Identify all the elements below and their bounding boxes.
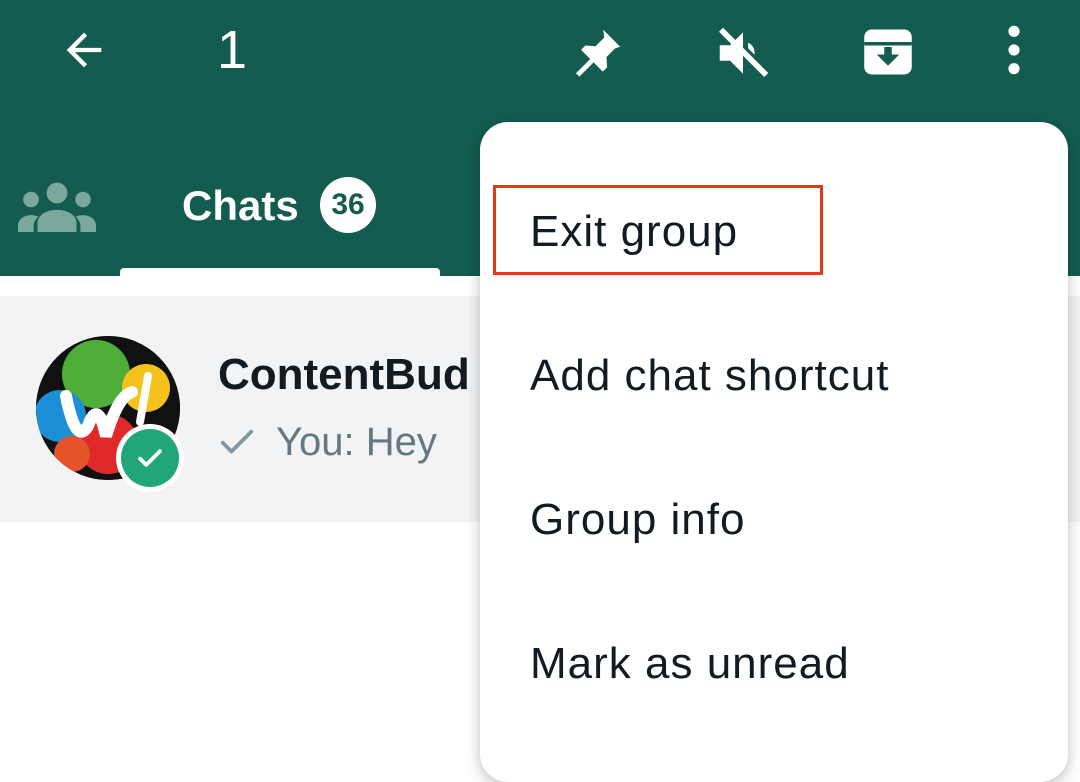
selected-count: 1 <box>217 20 248 80</box>
single-check-icon <box>220 429 254 454</box>
mute-icon[interactable] <box>712 22 774 84</box>
community-icon[interactable] <box>18 180 96 232</box>
highlight-box <box>493 185 823 275</box>
menu-item-group-info[interactable]: Group info <box>480 448 1068 592</box>
pin-icon[interactable] <box>568 24 626 82</box>
tab-indicator <box>120 268 440 276</box>
more-vert-icon[interactable] <box>992 22 1036 78</box>
tab-chats[interactable]: Chats 36 <box>120 165 440 276</box>
back-arrow-icon[interactable] <box>58 24 110 76</box>
verified-badge <box>116 424 184 492</box>
menu-item-mark-as-unread[interactable]: Mark as unread <box>480 592 1068 736</box>
archive-icon[interactable] <box>858 22 918 82</box>
chat-name: ContentBud <box>218 350 470 399</box>
menu-item-label: Group info <box>530 495 746 544</box>
check-icon <box>138 449 162 467</box>
chat-preview: You: Hey <box>218 418 437 466</box>
tab-chats-label: Chats <box>182 182 299 229</box>
menu-item-label: Mark as unread <box>530 639 850 688</box>
chat-preview-text: You: Hey <box>276 420 437 464</box>
menu-item-label: Add chat shortcut <box>530 351 890 400</box>
unread-count-badge: 36 <box>320 177 376 233</box>
menu-item-add-chat-shortcut[interactable]: Add chat shortcut <box>480 304 1068 448</box>
